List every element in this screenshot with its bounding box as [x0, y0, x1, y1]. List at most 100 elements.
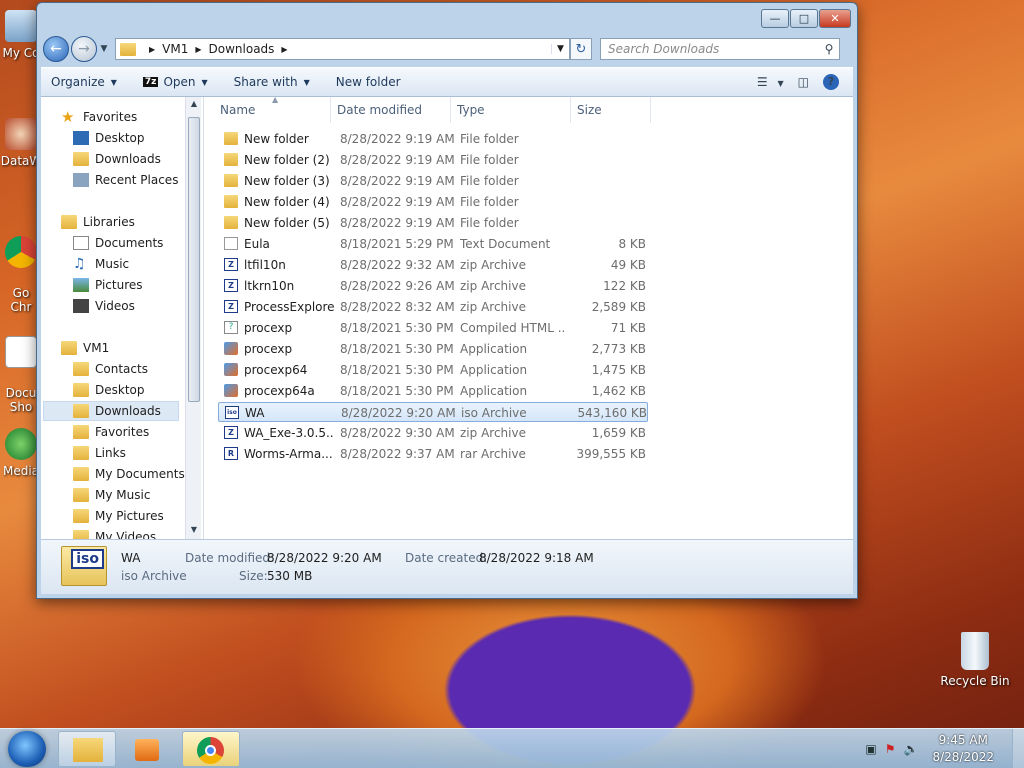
nav-label: Documents [95, 236, 164, 250]
view-list-icon: ☰ [756, 75, 768, 89]
preview-pane-button[interactable]: ◫ [798, 75, 809, 89]
file-row[interactable]: Zltfil10n 8/28/2022 9:32 AM zip Archive 49 … [218, 255, 648, 275]
file-row[interactable]: Z WA_Exe-3.0.5.... 8/28/2022 9:30 AM zip Ar… [218, 423, 648, 443]
nav-vm1-desktop[interactable]: Desktop [73, 380, 145, 400]
folder-icon [73, 488, 89, 502]
nav-libraries[interactable]: Libraries [61, 212, 135, 232]
file-row[interactable]: New folder (3) 8/28/2022 9:19 AM File fold… [218, 171, 648, 191]
clock[interactable]: 9:45 AM 8/28/2022 [932, 732, 994, 766]
file-row[interactable]: procexp64 8/18/2021 5:30 PM Application 1,4… [218, 360, 648, 380]
file-date: 8/18/2021 5:30 PM [340, 384, 454, 398]
nav-lib-music[interactable]: ♫ Music [73, 254, 129, 274]
address-bar[interactable]: ▶ VM1 ▶ Downloads ▶ ▼ [115, 38, 570, 60]
nav-vm1-my-videos[interactable]: My Videos [73, 527, 156, 539]
search-placeholder: Search Downloads [608, 42, 720, 56]
nav-vm1-my-documents[interactable]: My Documents [73, 464, 185, 484]
file-row[interactable]: iso WA 8/28/2022 9:20 AM iso Archive 543,160… [218, 402, 648, 422]
nav-vm1[interactable]: VM1 [61, 338, 109, 358]
recent-pages-button[interactable]: ▼ [97, 44, 111, 54]
file-row[interactable]: procexp 8/18/2021 5:30 PM Application 2,773… [218, 339, 648, 359]
nav-label: Contacts [95, 362, 148, 376]
search-icon[interactable]: ⚲ [819, 42, 839, 56]
action-center-flag-icon[interactable]: ⚑ [885, 742, 896, 756]
nav-label: Music [95, 257, 130, 271]
desktop-icon-label: Recycle Bin [940, 674, 1010, 688]
folder-icon [73, 467, 89, 481]
file-type: Application [460, 342, 528, 356]
scroll-up-icon[interactable]: ▲ [186, 99, 202, 108]
star-icon: ★ [61, 108, 75, 126]
scroll-down-icon[interactable]: ▼ [186, 525, 202, 534]
minimize-button[interactable]: — [761, 9, 789, 28]
network-icon[interactable]: ▣ [865, 742, 876, 756]
file-row[interactable]: ? procexp 8/18/2021 5:30 PM Compiled HTML .… [218, 318, 648, 338]
file-row[interactable]: Zltkrn10n 8/28/2022 9:26 AM zip Archive 122… [218, 276, 648, 296]
new-folder-button[interactable]: New folder [336, 75, 401, 89]
preview-pane-icon: ◫ [797, 75, 809, 89]
nav-vm1-my-pictures[interactable]: My Pictures [73, 506, 164, 526]
taskbar-chrome[interactable] [182, 731, 240, 767]
volume-icon[interactable]: 🔈 [904, 742, 919, 756]
address-dropdown-button[interactable]: ▼ [551, 44, 569, 54]
scroll-thumb[interactable] [188, 117, 200, 402]
search-input[interactable]: Search Downloads ⚲ [600, 38, 840, 60]
chevron-right-icon[interactable]: ▶ [195, 45, 201, 54]
column-header-date[interactable]: Date modified [331, 97, 451, 123]
navigation-pane[interactable]: ★ Favorites Desktop Downloads Recent Plac… [41, 97, 203, 539]
back-button[interactable]: ← [43, 36, 69, 62]
forward-button[interactable]: → [71, 36, 97, 62]
nav-vm1-contacts[interactable]: Contacts [73, 359, 148, 379]
start-button[interactable] [8, 731, 46, 767]
file-row[interactable]: New folder (4) 8/28/2022 9:19 AM File fold… [218, 192, 648, 212]
text-icon [224, 237, 238, 250]
organize-button[interactable]: Organize ▼ [51, 75, 117, 89]
nav-fav-recent[interactable]: Recent Places [73, 170, 178, 190]
details-pane: iso WA iso Archive Date modified: 8/28/2… [41, 539, 853, 594]
file-row[interactable]: New folder 8/28/2022 9:19 AM File folder [218, 129, 648, 149]
nav-scrollbar[interactable]: ▲ ▼ [185, 97, 201, 539]
nav-lib-documents[interactable]: Documents [73, 233, 163, 253]
taskbar-explorer[interactable] [58, 731, 116, 767]
file-row[interactable]: Z ProcessExplorer 8/28/2022 8:32 AM zip Arc… [218, 297, 648, 317]
chevron-right-icon[interactable]: ▶ [281, 45, 287, 54]
nav-vm1-downloads[interactable]: Downloads [43, 401, 179, 421]
file-name: New folder [244, 132, 309, 146]
nav-vm1-links[interactable]: Links [73, 443, 126, 463]
nav-vm1-my-music[interactable]: My Music [73, 485, 150, 505]
chevron-right-icon[interactable]: ▶ [149, 45, 155, 54]
file-row[interactable]: New folder (5) 8/28/2022 9:19 AM File fold… [218, 213, 648, 233]
nav-lib-videos[interactable]: Videos [73, 296, 135, 316]
folder-icon [73, 509, 89, 523]
explorer-window[interactable]: — □ ✕ ← → ▼ ▶ VM1 ▶ Downloads ▶ ▼ ↻ Sear… [36, 2, 858, 599]
view-options-button[interactable]: ☰ ▼ [757, 75, 784, 89]
file-date: 8/28/2022 9:19 AM [340, 195, 455, 209]
show-desktop-button[interactable] [1012, 729, 1024, 768]
column-header-size[interactable]: Size [571, 97, 651, 123]
nav-favorites[interactable]: ★ Favorites [61, 107, 137, 127]
desktop-icon-recycle-bin[interactable]: Recycle Bin [938, 632, 1012, 688]
navigation-bar: ← → ▼ ▶ VM1 ▶ Downloads ▶ ▼ ↻ Search Dow… [43, 35, 853, 63]
nav-fav-downloads[interactable]: Downloads [73, 149, 161, 169]
breadcrumb-vm1[interactable]: VM1 [162, 42, 188, 56]
file-list[interactable]: Name ▲ Date modified Type Size New folder… [203, 95, 853, 539]
column-header-type[interactable]: Type [451, 97, 571, 123]
column-header-name[interactable]: Name ▲ [214, 95, 331, 123]
file-row[interactable]: R Worms-Arma... 8/28/2022 9:37 AM rar Archi… [218, 444, 648, 464]
taskbar-media-player[interactable] [120, 731, 178, 767]
file-row[interactable]: New folder (2) 8/28/2022 9:19 AM File fold… [218, 150, 648, 170]
nav-label: Favorites [83, 110, 138, 124]
nav-fav-desktop[interactable]: Desktop [73, 128, 145, 148]
close-button[interactable]: ✕ [819, 9, 851, 28]
file-date: 8/18/2021 5:30 PM [340, 363, 454, 377]
open-button[interactable]: 7z Open ▼ [142, 75, 208, 89]
share-with-button[interactable]: Share with ▼ [234, 75, 310, 89]
help-button[interactable]: ? [823, 74, 839, 90]
refresh-button[interactable]: ↻ [570, 38, 592, 60]
nav-vm1-favorites[interactable]: Favorites [73, 422, 149, 442]
breadcrumb-downloads[interactable]: Downloads [209, 42, 275, 56]
file-row[interactable]: procexp64a 8/18/2021 5:30 PM Application 1,… [218, 381, 648, 401]
maximize-button[interactable]: □ [790, 9, 818, 28]
file-date: 8/28/2022 9:26 AM [340, 279, 455, 293]
nav-lib-pictures[interactable]: Pictures [73, 275, 143, 295]
file-row[interactable]: Eula 8/18/2021 5:29 PM Text Document 8 KB [218, 234, 648, 254]
